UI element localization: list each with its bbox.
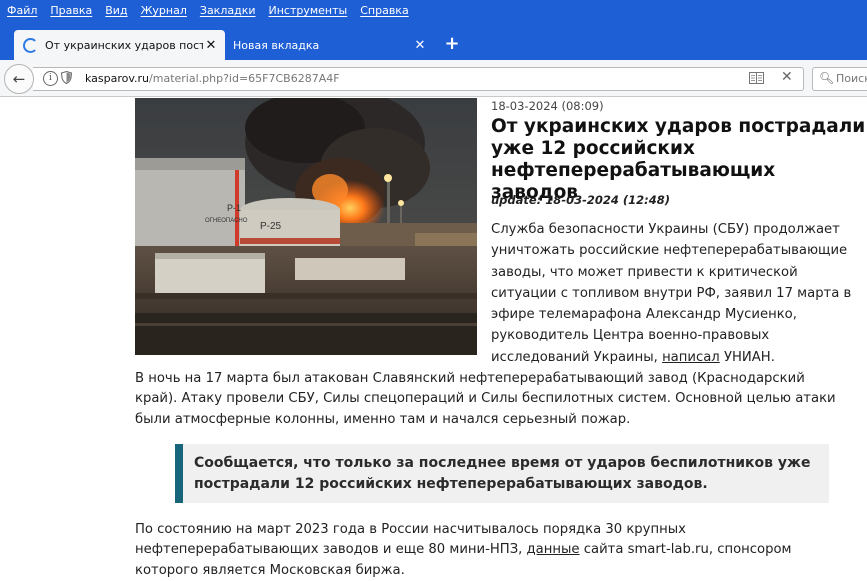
menu-history[interactable]: Журнал bbox=[141, 4, 187, 17]
data-link[interactable]: данные bbox=[527, 542, 580, 557]
menu-file[interactable]: Файл bbox=[7, 4, 37, 17]
menu-help[interactable]: Справка bbox=[360, 4, 408, 17]
shield-icon[interactable] bbox=[61, 71, 72, 84]
url-domain: kasparov.ru bbox=[85, 72, 150, 85]
menu-bar: Файл Правка Вид Журнал Закладки Инструме… bbox=[0, 0, 867, 21]
article-photo: P-1 ОГНЕОПАСНО P-25 bbox=[135, 98, 477, 355]
article-title: От украинских ударов пострадали уже 12 р… bbox=[491, 116, 866, 203]
back-button[interactable]: ← bbox=[4, 64, 34, 94]
address-bar[interactable]: i kasparov.ru/material.php?id=65F7CB6287… bbox=[33, 67, 804, 91]
lead-source-link[interactable]: написал bbox=[662, 350, 720, 365]
navigation-bar: i kasparov.ru/material.php?id=65F7CB6287… bbox=[0, 60, 867, 97]
article-paragraph-1: В ночь на 17 марта был атакован Славянск… bbox=[135, 371, 836, 427]
close-tab-icon[interactable]: ✕ bbox=[203, 38, 219, 53]
tab-article[interactable]: От украинских ударов пост... ✕ bbox=[14, 30, 225, 60]
menu-edit[interactable]: Правка bbox=[50, 4, 92, 17]
quote-text: Сообщается, что только за последнее врем… bbox=[194, 455, 811, 492]
url-path: /material.php?id=65F7CB6287A4F bbox=[149, 72, 340, 85]
tab-label: Новая вкладка bbox=[233, 38, 320, 52]
tab-label: От украинских ударов пост... bbox=[45, 38, 203, 52]
tank-label-p1: P-1 bbox=[227, 203, 241, 213]
article-update-date: update: 18-03-2024 (12:48) bbox=[491, 193, 670, 207]
stop-icon[interactable]: ✕ bbox=[781, 69, 793, 85]
article-blockquote: Сообщается, что только за последнее врем… bbox=[175, 444, 829, 503]
loading-icon bbox=[23, 37, 38, 53]
tank-label-p25: P-25 bbox=[260, 221, 282, 232]
menu-tools[interactable]: Инструменты bbox=[269, 4, 348, 17]
info-icon[interactable]: i bbox=[43, 71, 58, 86]
tab-strip: От украинских ударов пост... ✕ Новая вкл… bbox=[0, 21, 867, 60]
menu-view[interactable]: Вид bbox=[105, 4, 127, 17]
tank-label-warning: ОГНЕОПАСНО bbox=[205, 218, 248, 224]
back-arrow-icon: ← bbox=[12, 70, 26, 88]
tab-new[interactable]: Новая вкладка ✕ bbox=[226, 30, 434, 60]
lead-text: Служба безопасности Украины (СБУ) продол… bbox=[491, 222, 852, 365]
article-date: 18-03-2024 (08:09) bbox=[491, 99, 604, 113]
search-icon: 🔍︎ bbox=[819, 71, 835, 85]
reader-view-icon[interactable] bbox=[749, 72, 764, 84]
refinery-fire-image: P-1 ОГНЕОПАСНО P-25 bbox=[135, 98, 477, 355]
lead-source: УНИАН. bbox=[723, 349, 775, 365]
search-placeholder: Поиск bbox=[836, 72, 867, 85]
url-text: kasparov.ru/material.php?id=65F7CB6287A4… bbox=[85, 72, 340, 85]
close-tab-icon[interactable]: ✕ bbox=[412, 38, 428, 53]
menu-bookmarks[interactable]: Закладки bbox=[200, 4, 256, 17]
search-input[interactable]: 🔍︎ Поиск bbox=[812, 67, 867, 91]
article-lead: Служба безопасности Украины (СБУ) продол… bbox=[491, 219, 861, 368]
new-tab-button[interactable]: + bbox=[442, 33, 462, 54]
